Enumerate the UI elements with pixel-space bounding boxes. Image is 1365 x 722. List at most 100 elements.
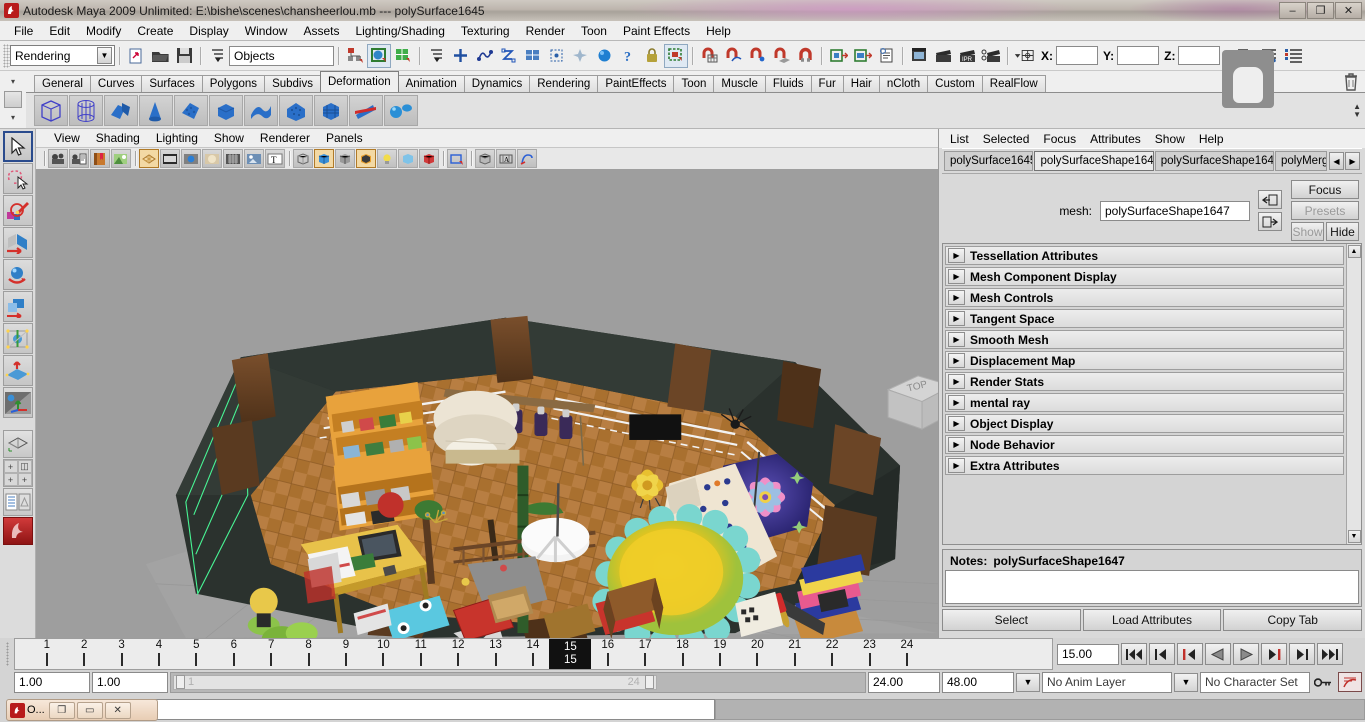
taskbar-window-chip[interactable]: O... ❐ ▭ ✕ bbox=[6, 699, 158, 721]
ae-menu-focus[interactable]: Focus bbox=[1036, 131, 1083, 147]
select-by-component-type-icon[interactable] bbox=[391, 44, 415, 68]
viewport-menu-view[interactable]: View bbox=[46, 130, 88, 146]
render-region-icon[interactable] bbox=[475, 149, 495, 168]
gamma-icon[interactable] bbox=[517, 149, 537, 168]
range-end-handle[interactable] bbox=[644, 675, 654, 689]
show-geometry-icon[interactable] bbox=[314, 149, 334, 168]
ae-menu-selected[interactable]: Selected bbox=[976, 131, 1037, 147]
ae-tab-next-icon[interactable]: ▶ bbox=[1345, 152, 1360, 170]
step-forward-frame-icon[interactable] bbox=[1261, 643, 1287, 665]
load-attributes-button[interactable]: Load Attributes bbox=[1082, 609, 1222, 631]
range-start-handle[interactable] bbox=[176, 675, 185, 689]
attribute-section-mental-ray[interactable]: ▶ mental ray bbox=[945, 393, 1344, 412]
image-plane-icon[interactable] bbox=[111, 149, 131, 168]
taskbar-close-button[interactable]: ✕ bbox=[104, 701, 131, 719]
show-hide-editor-left-icon[interactable] bbox=[826, 44, 850, 68]
shelf-icon-3[interactable] bbox=[104, 95, 138, 126]
close-button[interactable]: ✕ bbox=[1335, 2, 1362, 19]
new-scene-icon[interactable] bbox=[124, 44, 148, 68]
show-manipulator-tool[interactable] bbox=[2, 387, 33, 418]
object-name-field[interactable]: Objects bbox=[229, 45, 334, 66]
show-hide-channel-box-icon[interactable] bbox=[1282, 44, 1306, 68]
attribute-editor-scrollbar[interactable]: ▲ ▼ bbox=[1346, 244, 1361, 544]
menu-item-lighting-shading[interactable]: Lighting/Shading bbox=[347, 22, 452, 40]
magnet-grid-icon[interactable] bbox=[697, 44, 721, 68]
absolute-relative-transform-icon[interactable] bbox=[1012, 44, 1036, 68]
shelf-item-menu-icon[interactable]: ▾ bbox=[11, 113, 15, 122]
shelf-tab-painteffects[interactable]: PaintEffects bbox=[597, 75, 675, 92]
make-live-icon[interactable] bbox=[544, 44, 568, 68]
shelf-icon-5[interactable] bbox=[174, 95, 208, 126]
attribute-section-tangent-space[interactable]: ▶ Tangent Space bbox=[945, 309, 1344, 328]
select-camera-icon[interactable] bbox=[48, 149, 68, 168]
expand-arrow-icon[interactable]: ▶ bbox=[948, 290, 965, 305]
attribute-section-mesh-controls[interactable]: ▶ Mesh Controls bbox=[945, 288, 1344, 307]
select-tool[interactable] bbox=[2, 131, 33, 162]
viewport-menu-shading[interactable]: Shading bbox=[88, 130, 148, 146]
scale-tool[interactable] bbox=[2, 291, 33, 322]
notes-textarea[interactable] bbox=[945, 570, 1359, 604]
shelf-tab-polygons[interactable]: Polygons bbox=[201, 75, 266, 92]
hardware-lighting-icon[interactable] bbox=[202, 149, 222, 168]
command-input[interactable] bbox=[60, 698, 715, 720]
shelf-tab-curves[interactable]: Curves bbox=[89, 75, 143, 92]
shelf-tab-fluids[interactable]: Fluids bbox=[764, 75, 812, 92]
chevron-down-icon[interactable]: ▼ bbox=[97, 47, 112, 64]
bookmarks-icon[interactable] bbox=[90, 149, 110, 168]
ae-tab-prev-icon[interactable]: ◀ bbox=[1329, 152, 1344, 170]
shelf-icon-1[interactable] bbox=[34, 95, 68, 126]
copy-tab-button[interactable]: Copy Tab bbox=[1223, 609, 1363, 631]
save-scene-icon[interactable] bbox=[172, 44, 196, 68]
ae-menu-help[interactable]: Help bbox=[1192, 131, 1231, 147]
shading-options-icon[interactable] bbox=[244, 149, 264, 168]
snap-to-curve-icon[interactable] bbox=[472, 44, 496, 68]
menu-item-render[interactable]: Render bbox=[518, 22, 573, 40]
presets-button[interactable]: Presets bbox=[1291, 201, 1359, 220]
single-perspective-layout-button[interactable] bbox=[2, 430, 33, 458]
anim-layer-selector[interactable]: No Anim Layer bbox=[1042, 671, 1172, 693]
maximize-button[interactable]: ❐ bbox=[1307, 2, 1334, 19]
ae-tab-polymerg[interactable]: polyMerg bbox=[1275, 151, 1327, 171]
show-cameras-icon[interactable] bbox=[398, 149, 418, 168]
attribute-section-tessellation-attributes[interactable]: ▶ Tessellation Attributes bbox=[945, 246, 1344, 265]
expand-arrow-icon[interactable]: ▶ bbox=[948, 458, 965, 473]
range-slider-handle-area[interactable]: 1 24 bbox=[173, 674, 657, 690]
expand-arrow-icon[interactable]: ▶ bbox=[948, 332, 965, 347]
menu-item-file[interactable]: File bbox=[6, 22, 41, 40]
attribute-section-node-behavior[interactable]: ▶ Node Behavior bbox=[945, 435, 1344, 454]
y-coordinate-input[interactable] bbox=[1117, 46, 1160, 65]
step-back-keyframe-icon[interactable] bbox=[1149, 643, 1175, 665]
move-tool[interactable] bbox=[2, 227, 33, 258]
show-nurbs-icon[interactable] bbox=[335, 149, 355, 168]
menu-item-modify[interactable]: Modify bbox=[78, 22, 129, 40]
attribute-section-object-display[interactable]: ▶ Object Display bbox=[945, 414, 1344, 433]
expand-arrow-icon[interactable]: ▶ bbox=[948, 269, 965, 284]
hardware-texturing-icon[interactable] bbox=[181, 149, 201, 168]
maya-logo-button[interactable] bbox=[2, 517, 33, 545]
step-back-frame-icon[interactable] bbox=[1177, 643, 1203, 665]
menu-item-paint-effects[interactable]: Paint Effects bbox=[615, 22, 698, 40]
exposure-icon[interactable]: A bbox=[496, 149, 516, 168]
viewport-menu-panels[interactable]: Panels bbox=[318, 130, 371, 146]
menu-item-texturing[interactable]: Texturing bbox=[453, 22, 518, 40]
ae-tab-polysurfaceshape1647[interactable]: polySurfaceShape1647 bbox=[1034, 151, 1154, 171]
shelf-tab-hair[interactable]: Hair bbox=[842, 75, 880, 92]
next-node-icon[interactable] bbox=[1258, 212, 1282, 231]
show-polygons-icon[interactable] bbox=[356, 149, 376, 168]
outliner-persp-layout-button[interactable] bbox=[2, 488, 33, 516]
expand-arrow-icon[interactable]: ▶ bbox=[948, 248, 965, 263]
rotate-tool[interactable] bbox=[2, 259, 33, 290]
taskbar-minimize-button[interactable]: ▭ bbox=[76, 701, 103, 719]
render-current-frame-icon[interactable] bbox=[907, 44, 931, 68]
current-time-indicator[interactable]: 15 15 bbox=[549, 639, 592, 669]
show-lights-icon[interactable] bbox=[377, 149, 397, 168]
minimize-button[interactable]: – bbox=[1279, 2, 1306, 19]
focus-button[interactable]: Focus bbox=[1291, 180, 1359, 199]
select-by-object-type-icon[interactable] bbox=[367, 43, 391, 68]
render-view-region-icon[interactable] bbox=[664, 43, 688, 68]
texture-display-icon[interactable]: T bbox=[265, 149, 285, 168]
expand-arrow-icon[interactable]: ▶ bbox=[948, 374, 965, 389]
script-editor-icon[interactable] bbox=[874, 44, 898, 68]
render-globals-sphere-icon[interactable] bbox=[592, 44, 616, 68]
expand-arrow-icon[interactable]: ▶ bbox=[948, 311, 965, 326]
